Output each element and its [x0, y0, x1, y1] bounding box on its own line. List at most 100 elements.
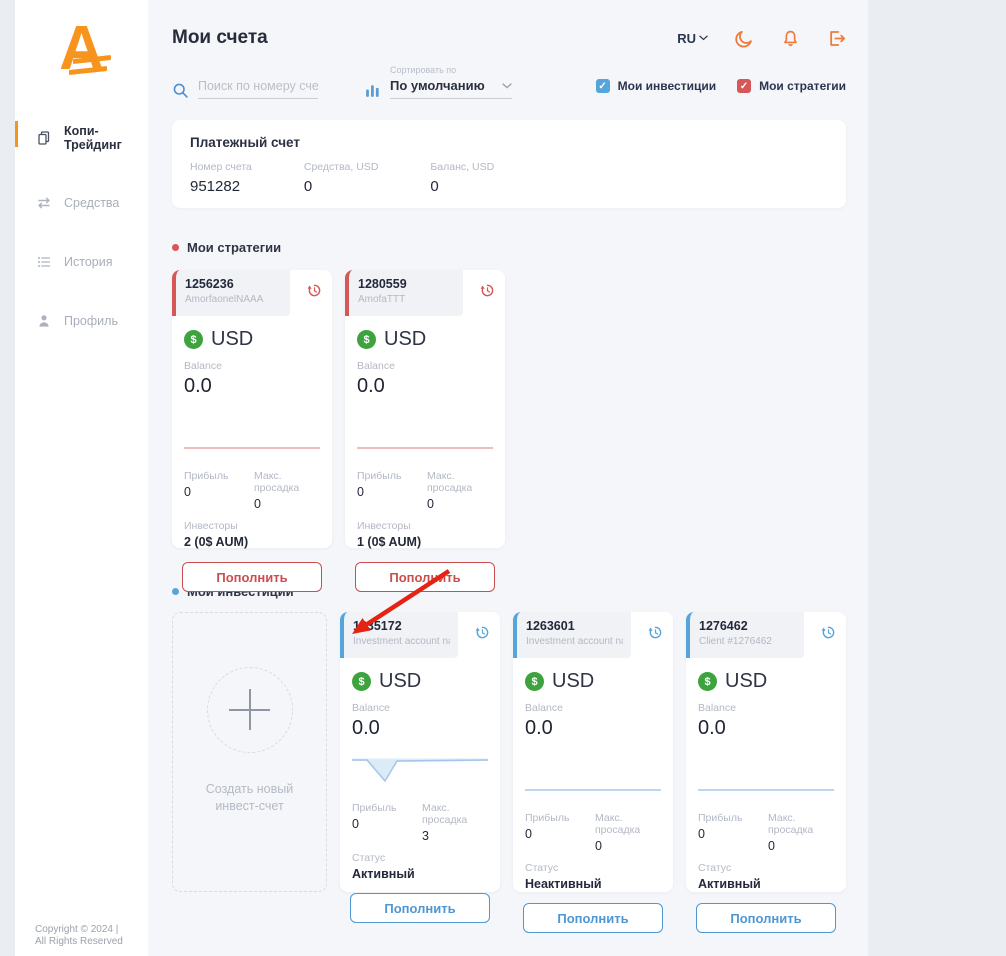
- stat-label: Прибыль: [352, 802, 422, 814]
- chevron-down-icon: [699, 35, 708, 41]
- account-number: 1235172: [353, 619, 450, 633]
- sidebar-item-funds[interactable]: Средства: [15, 183, 148, 223]
- checkbox-checked-icon[interactable]: [596, 79, 610, 93]
- language-value: RU: [677, 31, 696, 46]
- stat-label: Макс. просадка: [422, 802, 488, 826]
- search-icon: [172, 82, 189, 99]
- stat-investors: Инвесторы 2 (0$ AUM): [184, 520, 320, 549]
- logout-icon[interactable]: [827, 29, 846, 48]
- stat-profit: Прибыль 0: [184, 470, 254, 511]
- sidebar-item-label: Профиль: [64, 314, 118, 328]
- status-value: Неактивный: [525, 877, 661, 891]
- page-title: Мои счета: [172, 27, 268, 49]
- account-name: Investment account name: [353, 636, 450, 647]
- top-up-button[interactable]: Пополнить: [696, 903, 836, 933]
- stat-value: 0: [525, 827, 595, 841]
- currency-label: USD: [552, 670, 594, 693]
- sidebar-item-copy-trading[interactable]: Копи-Трейдинг: [15, 112, 148, 164]
- balance-value: 0.0: [184, 375, 320, 398]
- account-number: 1256236: [185, 277, 282, 291]
- top-up-button[interactable]: Пополнить: [355, 562, 495, 592]
- investment-card-1263601: 1263601 Investment account name USD Bala…: [513, 612, 673, 892]
- field-label: Номер счета: [190, 161, 252, 173]
- usd-coin-icon: [698, 672, 717, 691]
- sidebar-nav: Копи-Трейдинг Средства История Профиль: [15, 112, 148, 341]
- stat-profit: Прибыль 0: [357, 470, 427, 511]
- stat-label: Прибыль: [525, 812, 595, 824]
- sidebar: A Копи-Трейдинг Средства История: [15, 0, 148, 956]
- stat-label: Статус: [352, 852, 488, 864]
- account-header-chip: 1280559 AmofaTTT: [345, 270, 463, 316]
- create-investment-account-card[interactable]: Создать новый инвест-счет: [172, 612, 327, 892]
- stat-label: Прибыль: [184, 470, 254, 482]
- account-name: Client #1276462: [699, 636, 796, 647]
- history-icon[interactable]: [648, 625, 663, 640]
- bar-chart-icon: [364, 82, 381, 99]
- sidebar-item-label: История: [64, 255, 112, 269]
- filter-label: Мои стратегии: [759, 79, 846, 93]
- stat-profit: Прибыль 0: [698, 812, 768, 853]
- currency-label: USD: [384, 328, 426, 351]
- list-icon: [36, 254, 52, 270]
- account-number: 1276462: [699, 619, 796, 633]
- field-label: Баланс, USD: [430, 161, 494, 173]
- stat-label: Прибыль: [357, 470, 427, 482]
- balance-value: 0.0: [352, 717, 488, 740]
- top-up-button[interactable]: Пополнить: [523, 903, 663, 933]
- stat-label: Инвесторы: [184, 520, 320, 532]
- user-icon: [36, 313, 52, 329]
- stat-label: Статус: [698, 862, 834, 874]
- filter-my-investments[interactable]: Мои инвестиции: [596, 79, 716, 93]
- status-value: Активный: [352, 867, 488, 881]
- history-icon[interactable]: [307, 283, 322, 298]
- chevron-down-icon: [502, 83, 512, 89]
- stat-label: Статус: [525, 862, 661, 874]
- language-selector[interactable]: RU: [677, 31, 708, 46]
- stat-label: Макс. просадка: [254, 470, 320, 494]
- top-up-button[interactable]: Пополнить: [350, 893, 490, 923]
- checkbox-checked-icon[interactable]: [737, 79, 751, 93]
- stat-value: 0: [595, 839, 661, 853]
- header-controls: RU: [677, 29, 846, 48]
- balance-sparkline-chart: [184, 424, 320, 458]
- balance-value: 0.0: [698, 717, 834, 740]
- search-input[interactable]: [198, 77, 318, 99]
- stat-value: 0: [254, 497, 320, 511]
- payment-field-funds: Средства, USD 0: [304, 161, 379, 195]
- page-header: Мои счета RU: [172, 27, 846, 49]
- stat-label: Прибыль: [698, 812, 768, 824]
- sidebar-item-history[interactable]: История: [15, 242, 148, 282]
- section-title: Мои стратегии: [187, 240, 281, 255]
- stat-value: 0: [427, 497, 493, 511]
- top-up-button[interactable]: Пополнить: [182, 562, 322, 592]
- history-icon[interactable]: [475, 625, 490, 640]
- blue-dot-icon: [172, 588, 179, 595]
- dark-mode-moon-icon[interactable]: [735, 29, 754, 48]
- stat-investors: Инвесторы 1 (0$ AUM): [357, 520, 493, 549]
- history-icon[interactable]: [821, 625, 836, 640]
- investment-card-1276462: 1276462 Client #1276462 USD Balance 0.0 …: [686, 612, 846, 892]
- balance-label: Balance: [184, 360, 320, 372]
- plus-icon[interactable]: [207, 667, 293, 753]
- sort-value: По умолчанию: [390, 78, 485, 93]
- stat-label: Инвесторы: [357, 520, 493, 532]
- notifications-bell-icon[interactable]: [781, 29, 800, 48]
- create-account-label: Создать новый инвест-счет: [185, 781, 315, 815]
- field-value: 951282: [190, 178, 252, 195]
- history-icon[interactable]: [480, 283, 495, 298]
- filter-my-strategies[interactable]: Мои стратегии: [737, 79, 846, 93]
- account-header-chip: 1263601 Investment account name: [513, 612, 631, 658]
- stat-label: Макс. просадка: [595, 812, 661, 836]
- currency-label: USD: [725, 670, 767, 693]
- sidebar-item-profile[interactable]: Профиль: [15, 301, 148, 341]
- balance-sparkline-chart: [525, 766, 661, 800]
- field-label: Средства, USD: [304, 161, 379, 173]
- sort-dropdown[interactable]: Сортировать по По умолчанию: [390, 65, 512, 99]
- field-value: 0: [430, 178, 494, 195]
- balance-value: 0.0: [525, 717, 661, 740]
- currency-label: USD: [211, 328, 253, 351]
- strategy-card-1280559: 1280559 AmofaTTT USD Balance 0.0 Прибыль…: [345, 270, 505, 548]
- stat-max-drawdown: Макс. просадка 0: [254, 470, 320, 511]
- payment-field-balance: Баланс, USD 0: [430, 161, 494, 195]
- toolbar: Сортировать по По умолчанию Мои инвестиц…: [172, 65, 846, 99]
